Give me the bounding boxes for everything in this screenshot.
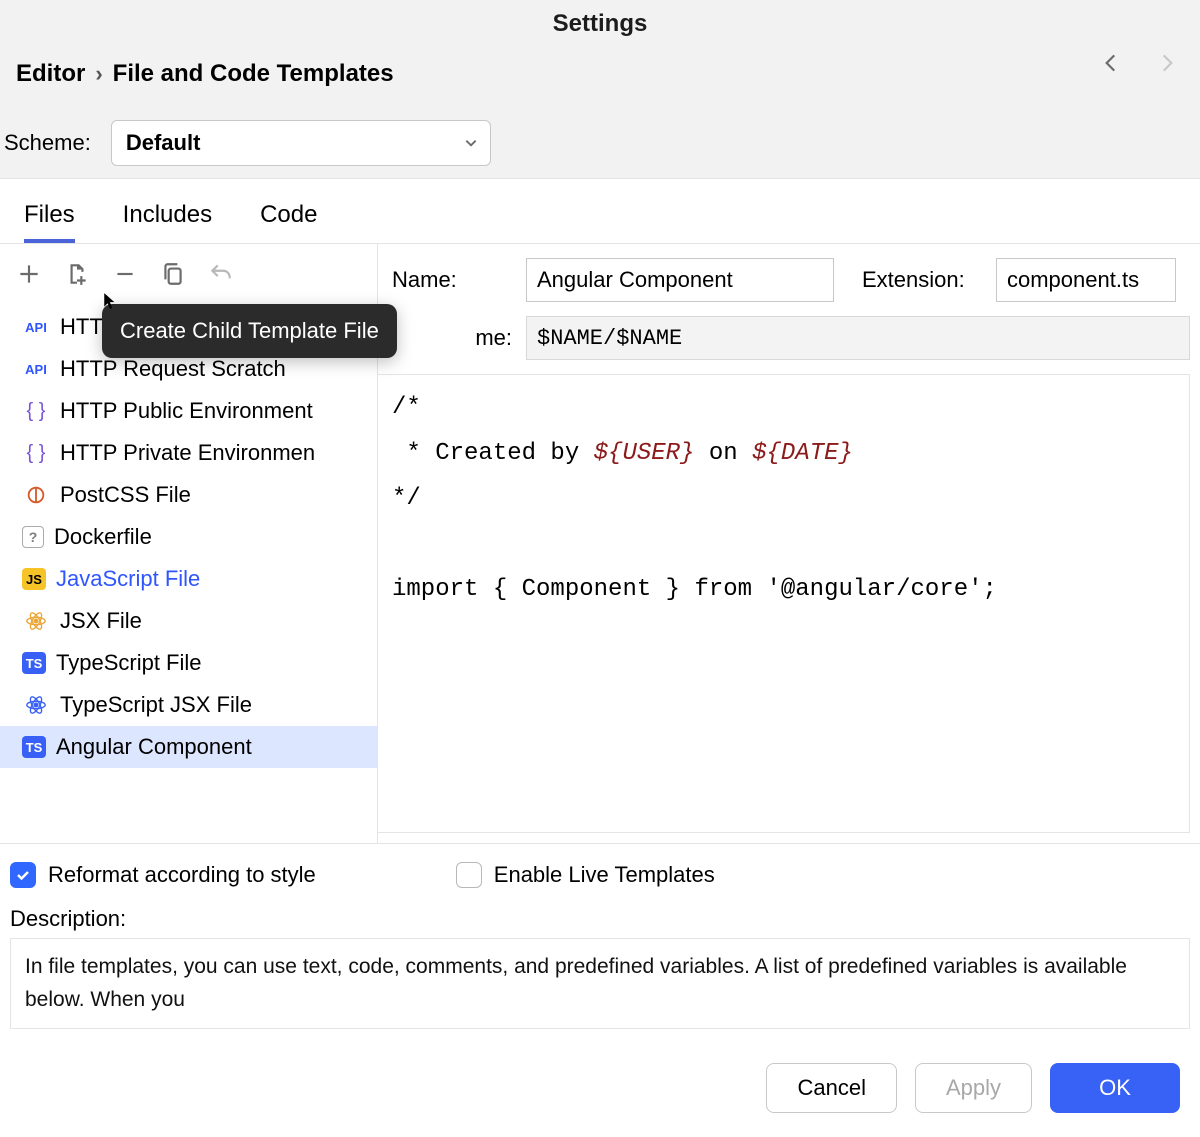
live-templates-checkbox[interactable]: Enable Live Templates	[456, 862, 715, 888]
name-input[interactable]	[526, 258, 834, 302]
reformat-checkbox[interactable]: Reformat according to style	[10, 862, 316, 888]
settings-title: Settings	[0, 6, 1200, 46]
tab-includes[interactable]: Includes	[123, 201, 212, 243]
template-editor[interactable]: /* * Created by ${USER} on ${DATE} */ im…	[378, 374, 1190, 833]
list-item[interactable]: JS JavaScript File	[0, 558, 377, 600]
list-item[interactable]: PostCSS File	[0, 474, 377, 516]
description-box: In file templates, you can use text, cod…	[10, 938, 1190, 1029]
api-icon: API	[22, 357, 50, 381]
filename-input[interactable]	[526, 316, 1190, 360]
extension-input[interactable]	[996, 258, 1176, 302]
list-item[interactable]: ? Dockerfile	[0, 516, 377, 558]
tab-code[interactable]: Code	[260, 201, 317, 243]
tooltip: Create Child Template File	[102, 304, 397, 358]
breadcrumb: Editor › File and Code Templates	[0, 46, 1200, 112]
postcss-icon	[22, 483, 50, 507]
list-item[interactable]: TS TypeScript File	[0, 642, 377, 684]
create-child-template-button[interactable]	[62, 259, 92, 289]
undo-button[interactable]	[206, 259, 236, 289]
ok-button[interactable]: OK	[1050, 1063, 1180, 1113]
add-template-button[interactable]	[14, 259, 44, 289]
breadcrumb-editor[interactable]: Editor	[16, 60, 85, 88]
checkbox-checked-icon	[10, 862, 36, 888]
scheme-label: Scheme:	[4, 130, 91, 156]
scheme-select[interactable]: Default	[111, 120, 491, 166]
checkbox-unchecked-icon	[456, 862, 482, 888]
list-item[interactable]: TypeScript JSX File	[0, 684, 377, 726]
forward-button[interactable]	[1154, 50, 1180, 80]
tab-files[interactable]: Files	[24, 201, 75, 243]
js-icon: JS	[22, 568, 46, 590]
braces-icon: { }	[22, 399, 50, 423]
remove-template-button[interactable]	[110, 259, 140, 289]
name-label: Name:	[392, 267, 512, 293]
list-item-selected[interactable]: TS Angular Component	[0, 726, 377, 768]
ts-icon: TS	[22, 736, 46, 758]
api-icon: API	[22, 315, 50, 339]
ts-icon: TS	[22, 652, 46, 674]
list-item[interactable]: { } HTTP Private Environmen	[0, 432, 377, 474]
template-list: API HTT API HTTP Request Scratch { } HTT…	[0, 304, 377, 843]
back-button[interactable]	[1098, 50, 1124, 80]
react-icon	[22, 693, 50, 717]
breadcrumb-current: File and Code Templates	[113, 60, 394, 88]
copy-template-button[interactable]	[158, 259, 188, 289]
react-icon	[22, 609, 50, 633]
description-label: Description:	[0, 896, 1200, 938]
cancel-button[interactable]: Cancel	[766, 1063, 896, 1113]
extension-label: Extension:	[862, 267, 982, 293]
docker-icon: ?	[22, 526, 44, 548]
apply-button[interactable]: Apply	[915, 1063, 1032, 1113]
list-item[interactable]: { } HTTP Public Environment	[0, 390, 377, 432]
list-item[interactable]: JSX File	[0, 600, 377, 642]
mouse-cursor-icon	[102, 292, 120, 310]
braces-icon: { }	[22, 441, 50, 465]
